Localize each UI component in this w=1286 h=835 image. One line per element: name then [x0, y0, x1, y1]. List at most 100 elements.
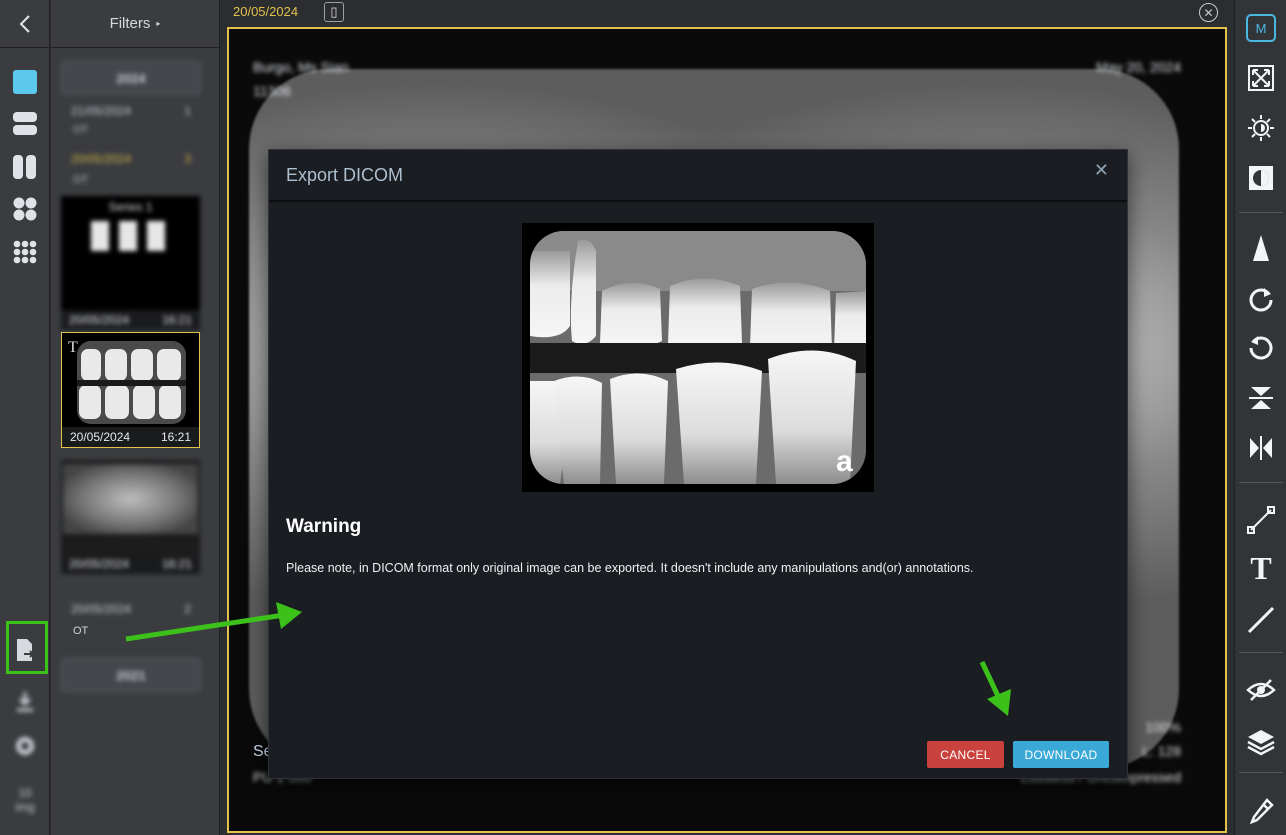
app: 10 img Filters ▸ 2024 21/05/2024 1 OT 20/… — [0, 0, 1286, 835]
thumbnail-panel: Filters ▸ 2024 21/05/2024 1 OT 20/05/2024… — [51, 0, 220, 835]
hide-annotations-button[interactable] — [1241, 670, 1281, 710]
avatar: M — [1246, 14, 1276, 42]
flip-horizontal-button[interactable] — [1241, 428, 1281, 468]
panoramic-preview — [63, 464, 198, 534]
toolbar-divider — [1239, 772, 1283, 773]
image-count: 10 img — [0, 786, 50, 814]
right-toolbar: M T — [1234, 0, 1286, 835]
tooth-icon[interactable]: ▯ — [324, 2, 344, 22]
line-tool-button[interactable] — [1241, 600, 1281, 640]
download-button[interactable] — [0, 680, 50, 724]
watermark-logo: a — [836, 445, 853, 478]
color-picker-button[interactable] — [1241, 792, 1281, 832]
study-count: 1 — [184, 104, 191, 118]
flip-vertical-button[interactable] — [1241, 378, 1281, 418]
flip-horizontal-icon — [1250, 436, 1272, 460]
layout-single-button[interactable] — [0, 60, 50, 104]
image-count-label: img — [15, 800, 35, 814]
fit-screen-button[interactable] — [1241, 58, 1281, 98]
rotate-ccw-button[interactable] — [1241, 326, 1281, 366]
layers-button[interactable] — [1241, 722, 1281, 762]
toolbar-divider — [1239, 482, 1283, 483]
single-layout-icon — [13, 70, 37, 94]
viewer-header: 20/05/2024 ▯ ✕ — [221, 0, 1233, 24]
study-modality: OT — [73, 625, 89, 637]
caret-right-icon: ▸ — [156, 19, 161, 28]
contrast-icon — [1249, 166, 1273, 190]
dialog-header: Export DICOM ✕ — [269, 150, 1127, 202]
grid-9-layout-icon — [13, 240, 37, 264]
study-row-selected[interactable]: 20/05/2024 3 — [71, 152, 191, 166]
sharpen-icon — [1253, 235, 1269, 261]
window-level: L: 128 — [1142, 743, 1181, 759]
zoom-level: 100% — [1145, 719, 1181, 735]
filters-label: Filters — [109, 15, 151, 32]
bitewing-thumbnail-image — [77, 341, 186, 424]
thumb-date: 20/05/2024 — [69, 557, 130, 571]
study-modality: OT — [73, 124, 89, 136]
back-button[interactable] — [0, 0, 50, 48]
study-date: 21/05/2024 — [71, 104, 132, 118]
brightness-icon — [1248, 115, 1274, 141]
two-column-layout-icon — [13, 155, 36, 179]
contrast-button[interactable] — [1241, 158, 1281, 198]
export-highlight-box — [6, 621, 48, 674]
fit-screen-icon — [1248, 65, 1274, 91]
rotate-cw-button[interactable] — [1241, 278, 1281, 318]
left-rail: 10 img — [0, 0, 50, 835]
settings-button[interactable] — [0, 724, 50, 768]
user-avatar-button[interactable]: M — [1241, 8, 1281, 48]
study-date: 20/05/2024 — [71, 602, 132, 616]
measure-line-icon — [1247, 506, 1275, 534]
sharpen-button[interactable] — [1241, 228, 1281, 268]
image-count-value: 10 — [18, 786, 32, 800]
bitewing-xray-preview: a — [530, 231, 866, 484]
study-row[interactable]: 20/05/2024 2 — [71, 602, 191, 616]
warning-title: Warning — [286, 516, 362, 537]
filters-button[interactable]: Filters ▸ — [51, 0, 219, 48]
text-icon: T — [1250, 549, 1272, 586]
line-icon — [1247, 606, 1275, 634]
brightness-button[interactable] — [1241, 108, 1281, 148]
active-image-thumbnail[interactable]: T 20/05/2024 16:21 — [61, 332, 200, 448]
thumb-time: 16:21 — [161, 313, 192, 327]
series-preview — [91, 221, 171, 251]
patient-id: 11306 — [253, 83, 291, 99]
rotate-ccw-icon — [1249, 336, 1273, 360]
year-label: 2021 — [116, 667, 146, 683]
cancel-button[interactable]: CANCEL — [927, 741, 1004, 768]
download-icon — [17, 692, 33, 712]
study-row[interactable]: 21/05/2024 1 — [71, 104, 191, 118]
dialog-title: Export DICOM — [286, 164, 404, 185]
study-count: 3 — [184, 152, 191, 166]
thumb-time: 16:21 — [161, 557, 192, 571]
layout-quad-button[interactable] — [0, 187, 50, 231]
close-viewer-button[interactable]: ✕ — [1199, 3, 1218, 22]
rotate-cw-icon — [1249, 288, 1273, 312]
patient-name: Burgo, Ms Sian — [253, 59, 349, 75]
layers-icon — [1247, 730, 1275, 756]
study-count: 2 — [184, 602, 191, 616]
image-preview: a — [522, 223, 874, 492]
color-picker-icon — [1249, 798, 1274, 825]
toolbar-divider — [1239, 212, 1283, 213]
year-group-2024[interactable]: 2024 — [61, 61, 201, 95]
panoramic-thumbnail[interactable]: 20/05/2024 16:21 — [61, 460, 200, 574]
thumb-date: 20/05/2024 — [70, 430, 131, 444]
warning-message: Please note, in DICOM format only origin… — [286, 561, 974, 575]
series-thumbnail[interactable]: Series 1 20/05/2024 16:21 — [61, 196, 200, 330]
download-button[interactable]: DOWNLOAD — [1013, 741, 1109, 768]
layout-grid-9-button[interactable] — [0, 230, 50, 274]
quad-layout-icon — [13, 197, 37, 221]
measure-line-button[interactable] — [1241, 500, 1281, 540]
text-tool-button[interactable]: T — [1241, 548, 1281, 588]
layout-two-row-button[interactable] — [0, 102, 50, 146]
dialog-close-button[interactable]: ✕ — [1094, 160, 1109, 181]
two-row-layout-icon — [13, 112, 37, 135]
year-group-2021[interactable]: 2021 — [61, 658, 201, 692]
user-initial: M — [1255, 20, 1267, 36]
thumb-footer: 20/05/2024 16:21 — [62, 427, 199, 447]
chevron-left-icon — [19, 14, 30, 33]
settings-icon — [16, 737, 34, 755]
layout-two-column-button[interactable] — [0, 145, 50, 189]
